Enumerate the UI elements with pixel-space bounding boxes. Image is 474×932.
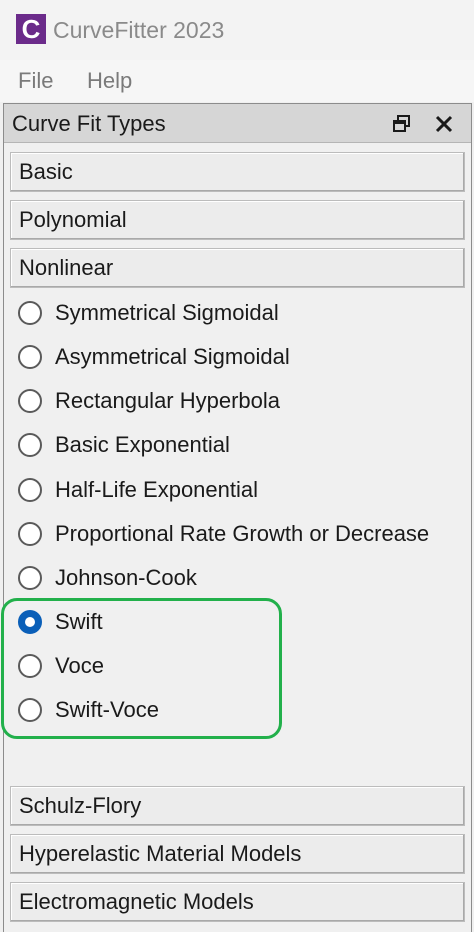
option-symmetrical-sigmoidal[interactable]: Symmetrical Sigmoidal <box>14 293 469 333</box>
menu-help[interactable]: Help <box>87 66 132 96</box>
option-label: Symmetrical Sigmoidal <box>55 300 279 325</box>
radio-button[interactable] <box>18 301 42 325</box>
radio-button[interactable] <box>18 522 42 546</box>
app-title: CurveFitter 2023 <box>53 17 225 43</box>
radio-button[interactable] <box>18 566 42 590</box>
panel-header: Curve Fit Types <box>4 104 471 143</box>
option-basic-exponential[interactable]: Basic Exponential <box>14 425 469 465</box>
option-label: Swift-Voce <box>55 697 159 722</box>
curve-fit-types-panel: Curve Fit Types Basic Polynomial Nonline… <box>3 103 472 932</box>
radio-button[interactable] <box>18 389 42 413</box>
category-polynomial-button[interactable]: Polynomial <box>10 200 465 240</box>
radio-button[interactable] <box>18 433 42 457</box>
radio-button[interactable] <box>18 654 42 678</box>
restore-window-icon[interactable] <box>392 114 412 134</box>
option-label: Rectangular Hyperbola <box>55 388 281 413</box>
radio-button[interactable] <box>18 698 42 722</box>
option-label: Proportional Rate Growth or Decrease <box>55 521 430 546</box>
menu-file[interactable]: File <box>18 66 53 96</box>
menu-bar: File Help <box>0 60 474 102</box>
panel-title: Curve Fit Types <box>12 111 166 136</box>
option-asymmetrical-sigmoidal[interactable]: Asymmetrical Sigmoidal <box>14 337 469 377</box>
option-label: Johnson-Cook <box>55 565 197 590</box>
app-logo-icon: C <box>16 14 46 44</box>
option-swift-voce[interactable]: Swift-Voce <box>14 690 469 730</box>
title-bar: C CurveFitter 2023 <box>0 0 474 60</box>
option-label: Voce <box>55 653 104 678</box>
option-johnson-cook[interactable]: Johnson-Cook <box>14 558 469 598</box>
category-hyperelastic-button[interactable]: Hyperelastic Material Models <box>10 834 465 874</box>
category-nonlinear-button[interactable]: Nonlinear <box>10 248 465 288</box>
option-label: Basic Exponential <box>55 432 230 457</box>
category-schulz-flory-button[interactable]: Schulz-Flory <box>10 786 465 826</box>
option-voce[interactable]: Voce <box>14 646 469 686</box>
radio-button[interactable] <box>18 478 42 502</box>
radio-button-selected[interactable] <box>18 610 42 634</box>
category-basic-button[interactable]: Basic <box>10 152 465 192</box>
close-icon[interactable] <box>434 114 454 134</box>
option-label: Swift <box>55 609 103 634</box>
option-half-life-exponential[interactable]: Half-Life Exponential <box>14 470 469 510</box>
option-swift[interactable]: Swift <box>14 602 469 642</box>
radio-button[interactable] <box>18 345 42 369</box>
category-electromagnetic-button[interactable]: Electromagnetic Models <box>10 882 465 922</box>
option-label: Asymmetrical Sigmoidal <box>55 344 290 369</box>
option-proportional-rate[interactable]: Proportional Rate Growth or Decrease <box>14 514 469 554</box>
option-rectangular-hyperbola[interactable]: Rectangular Hyperbola <box>14 381 469 421</box>
option-label: Half-Life Exponential <box>55 477 259 502</box>
